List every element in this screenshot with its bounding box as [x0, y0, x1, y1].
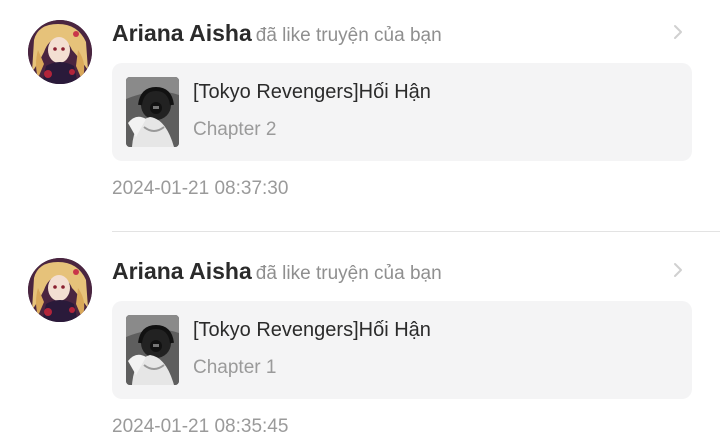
notification-feed: Ariana Aisha đã like truyện của bạn [Tok… [0, 0, 720, 448]
manga-cover-image [126, 315, 179, 385]
avatar[interactable] [28, 20, 92, 84]
timestamp: 2024-01-21 08:35:45 [112, 416, 289, 437]
timestamp: 2024-01-21 08:37:30 [112, 178, 289, 199]
avatar[interactable] [28, 258, 92, 322]
notification-headline: Ariana Aisha đã like truyện của bạn [112, 18, 442, 48]
chapter-label: Chapter 1 [193, 357, 277, 378]
user-name[interactable]: Ariana Aisha [112, 258, 252, 284]
notification-headline: Ariana Aisha đã like truyện của bạn [112, 256, 442, 286]
divider [112, 231, 720, 232]
action-text: đã like truyện của bạn [255, 263, 442, 284]
story-card[interactable]: [Tokyo Revengers]Hối Hận Chapter 2 [112, 63, 692, 161]
story-card[interactable]: [Tokyo Revengers]Hối Hận Chapter 1 [112, 301, 692, 399]
manga-cover-image [126, 77, 179, 147]
story-title[interactable]: [Tokyo Revengers]Hối Hận [193, 319, 431, 342]
chevron-right-icon[interactable] [668, 260, 688, 280]
story-title[interactable]: [Tokyo Revengers]Hối Hận [193, 81, 431, 104]
user-name[interactable]: Ariana Aisha [112, 20, 252, 46]
chevron-right-icon[interactable] [668, 22, 688, 42]
chapter-label: Chapter 2 [193, 119, 277, 140]
action-text: đã like truyện của bạn [255, 25, 442, 46]
